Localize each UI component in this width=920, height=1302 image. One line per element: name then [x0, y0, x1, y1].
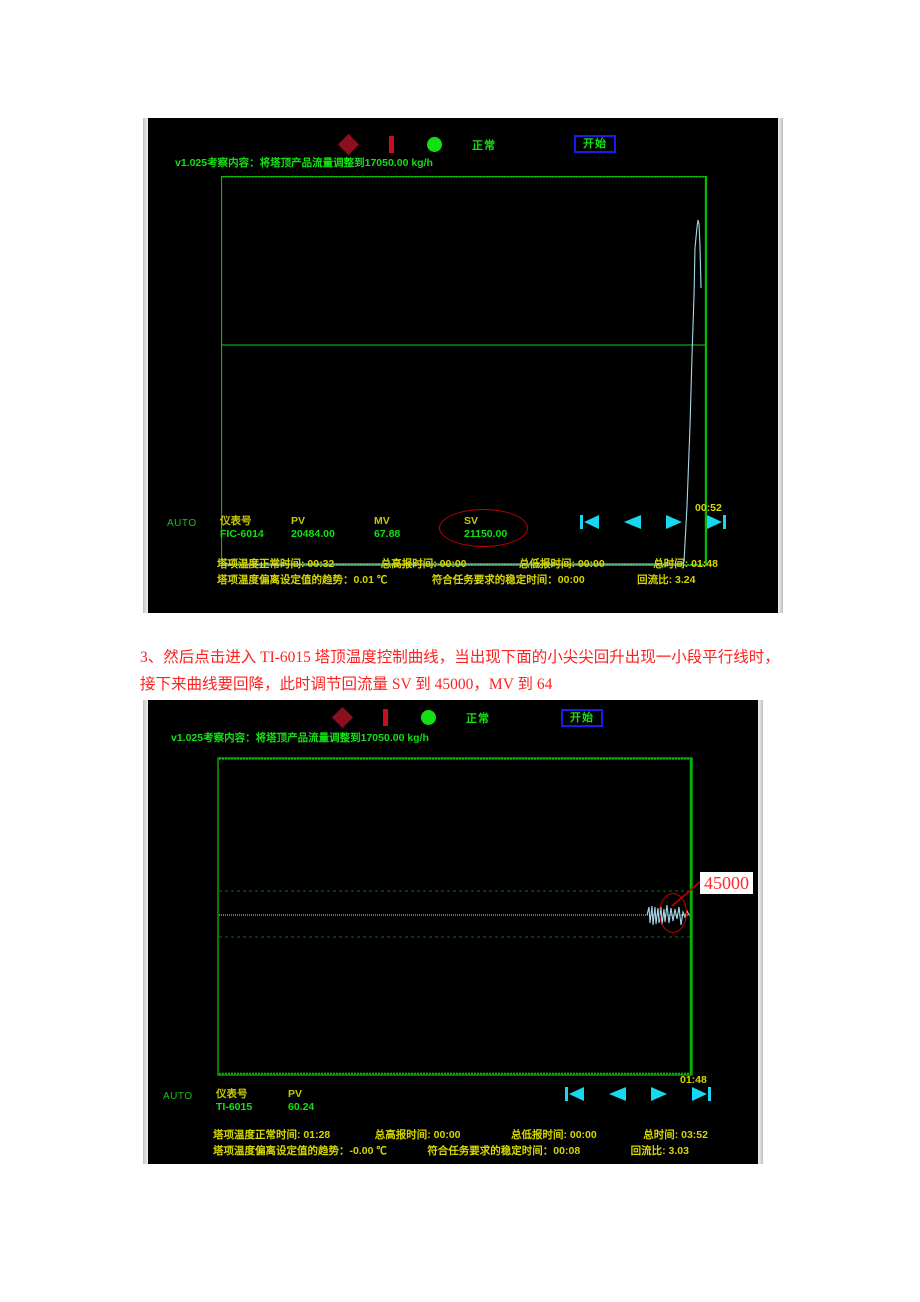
bar-alarm-icon[interactable] — [383, 709, 388, 726]
stat-total-time: 总时间: 01:48 — [653, 558, 718, 570]
chart-time-label: 00:52 — [695, 502, 722, 514]
status-badge: 正常 — [472, 139, 496, 152]
chart-border — [221, 176, 707, 566]
mode-label-auto: AUTO — [167, 518, 197, 529]
stat-reflux-ratio: 回流比: 3.03 — [630, 1145, 689, 1157]
field-mv-value: 67.88 — [374, 528, 401, 540]
playback-nav — [580, 514, 726, 530]
stat-deviation-trend: 塔项温度偏离设定值的趋势：-0.00 ℃ — [213, 1145, 387, 1157]
circle-status-icon[interactable] — [421, 710, 436, 725]
start-button[interactable]: 开始 — [561, 709, 603, 727]
field-pv-value: 20484.00 — [291, 528, 335, 540]
field-instrument-value: TI-6015 — [216, 1101, 253, 1113]
sv-annotation-ellipse — [439, 509, 528, 547]
field-mv-label: MV — [374, 515, 390, 527]
skip-forward-icon[interactable] — [706, 514, 726, 530]
stat-normal-time: 塔项温度正常时间: 01:28 — [213, 1129, 331, 1141]
field-pv-2: PV 60.24 — [288, 1088, 314, 1114]
skip-back-icon[interactable] — [565, 1086, 585, 1102]
trend-chart-svg-2 — [217, 757, 693, 1076]
right-scroll-strip-2 — [758, 700, 763, 1164]
circle-status-icon[interactable] — [427, 137, 442, 152]
bar-alarm-icon[interactable] — [389, 136, 394, 153]
play-icon[interactable] — [649, 1086, 669, 1102]
field-instrument: 仪表号 FIC-6014 — [220, 515, 264, 541]
alarm-icon-row-2: 正常 — [331, 706, 665, 729]
stat-reflux-ratio: 回流比: 3.24 — [637, 574, 696, 586]
field-pv-label: PV — [291, 515, 306, 527]
hmi-screenshot-top: 正常 开始 v1.025考察内容：将塔顶产品流量调整到17050.00 kg/h… — [143, 118, 783, 613]
left-scroll-strip — [143, 118, 148, 613]
stat-total-time: 总时间: 03:52 — [643, 1129, 708, 1141]
field-pv-value: 60.24 — [288, 1101, 315, 1113]
skip-back-icon[interactable] — [580, 514, 600, 530]
skip-forward-icon[interactable] — [691, 1086, 711, 1102]
rewind-icon[interactable] — [622, 514, 642, 530]
stat-deviation-trend: 塔项温度偏离设定值的趋势：0.01 ℃ — [217, 574, 388, 586]
alarm-icon-row: 正常 — [337, 133, 671, 156]
page-root: 正常 开始 v1.025考察内容：将塔顶产品流量调整到17050.00 kg/h… — [0, 0, 920, 1302]
stat-high-alarm-time: 总高报时间: 00:00 — [380, 558, 467, 570]
stat-normal-time: 塔项温度正常时间: 00:32 — [217, 558, 335, 570]
instruction-paragraph: 3、然后点击进入 TI-6015 塔顶温度控制曲线，当出现下面的小尖尖回升出现一… — [140, 644, 790, 698]
field-pv: PV 20484.00 — [291, 515, 335, 541]
task-description: v1.025考察内容：将塔顶产品流量调整到17050.00 kg/h — [175, 157, 433, 169]
start-button[interactable]: 开始 — [574, 135, 616, 153]
rewind-icon[interactable] — [607, 1086, 627, 1102]
playback-nav-2 — [565, 1086, 711, 1102]
task-description-2: v1.025考察内容：将塔顶产品流量调整到17050.00 kg/h — [171, 732, 429, 744]
trend-chart-ti6015[interactable] — [217, 757, 693, 1076]
play-icon[interactable] — [664, 514, 684, 530]
field-pv-label: PV — [288, 1088, 303, 1100]
trend-chart-svg — [221, 176, 707, 566]
left-scroll-strip-2 — [143, 700, 148, 1164]
stat-low-alarm-time: 总低报时间: 00:00 — [510, 1129, 597, 1141]
chart-border — [217, 757, 693, 1076]
right-scroll-strip — [778, 118, 783, 613]
diamond-alarm-icon[interactable] — [337, 133, 360, 156]
field-mv: MV 67.88 — [374, 515, 400, 541]
mode-label-auto-2: AUTO — [163, 1091, 193, 1102]
start-button-wrap: 开始 — [574, 134, 616, 153]
callout-45000-label: 45000 — [700, 872, 753, 894]
stat-low-alarm-time: 总低报时间: 00:00 — [518, 558, 605, 570]
stats-row-2: 塔项温度偏离设定值的趋势：0.01 ℃ 符合任务要求的稳定时间：00:00 回流… — [217, 570, 695, 588]
stat-stable-time: 符合任务要求的稳定时间：00:08 — [427, 1145, 581, 1157]
start-button-wrap-2: 开始 — [561, 708, 603, 727]
diamond-alarm-icon[interactable] — [331, 706, 354, 729]
stats-row-2-b: 塔项温度偏离设定值的趋势：-0.00 ℃ 符合任务要求的稳定时间：00:08 回… — [213, 1141, 689, 1159]
status-badge: 正常 — [466, 712, 490, 725]
trend-chart-fic6014[interactable] — [221, 176, 707, 566]
chart-time-label-2: 01:48 — [680, 1074, 707, 1086]
stat-stable-time: 符合任务要求的稳定时间：00:00 — [431, 574, 585, 586]
stat-high-alarm-time: 总高报时间: 00:00 — [374, 1129, 461, 1141]
instruction-text: 3、然后点击进入 TI-6015 塔顶温度控制曲线，当出现下面的小尖尖回升出现一… — [140, 649, 780, 693]
field-instrument-2: 仪表号 TI-6015 — [216, 1088, 252, 1114]
field-instrument-label: 仪表号 — [220, 515, 252, 527]
field-instrument-value: FIC-6014 — [220, 528, 264, 540]
field-instrument-label: 仪表号 — [216, 1088, 248, 1100]
